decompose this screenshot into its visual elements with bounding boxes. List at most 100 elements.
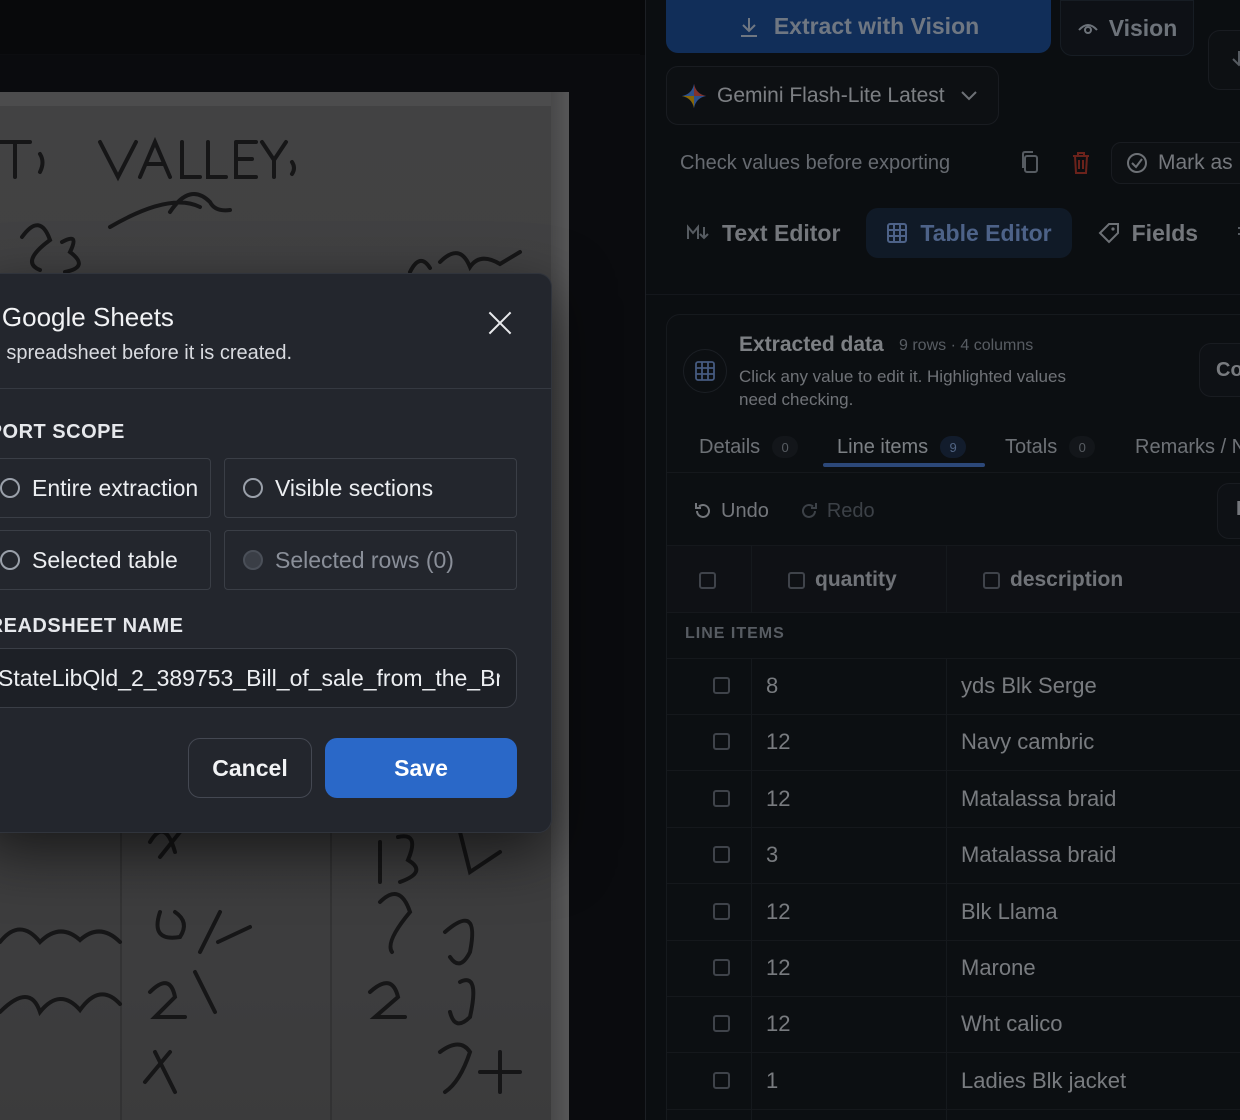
row-checkbox[interactable]: [713, 677, 730, 694]
history-actions: Undo Redo: [693, 491, 875, 531]
row-checkbox[interactable]: [713, 789, 730, 807]
scope-option-label: Selected rows (0): [275, 546, 454, 573]
cell-description[interactable]: Matalassa braid: [961, 842, 1116, 868]
redo-label: Redo: [826, 499, 875, 522]
cell-quantity[interactable]: 3: [766, 842, 778, 868]
chevron-down-icon: [960, 90, 977, 100]
subtab-label: Totals: [1005, 435, 1058, 458]
subtab-count: 0: [1069, 436, 1096, 458]
scope-label: EXPORT SCOPE: [0, 421, 125, 443]
tab-label: Text Editor: [722, 219, 841, 246]
row-checkbox[interactable]: [713, 846, 730, 864]
row-checkbox[interactable]: [713, 733, 730, 751]
scope-option-selected-table[interactable]: Selected table: [0, 530, 211, 590]
table-icon: [887, 223, 908, 243]
column-header-description[interactable]: description: [983, 546, 1123, 614]
table-row[interactable]: 12 Wht calico: [667, 997, 1240, 1054]
select-all-checkbox[interactable]: [699, 546, 716, 614]
scope-option-entire[interactable]: Entire extraction: [0, 458, 211, 518]
cell-quantity[interactable]: 12: [766, 1011, 790, 1037]
tab-fields[interactable]: Fields: [1078, 208, 1218, 258]
table-row[interactable]: 3 Matalassa braid: [667, 828, 1240, 885]
tab-more[interactable]: [1224, 208, 1240, 258]
table-row[interactable]: 12 Matalassa braid: [667, 772, 1240, 828]
cell-quantity[interactable]: 1: [766, 1068, 778, 1094]
download-icon: [740, 17, 757, 37]
subtab-label: Details: [699, 435, 761, 458]
dialog-subtitle: the spreadsheet before it is created.: [0, 342, 293, 364]
column-header-quantity[interactable]: quantity: [788, 546, 897, 614]
subtab-label: Line items: [837, 435, 929, 458]
gemini-sparkle-icon: [682, 83, 706, 108]
model-select[interactable]: Gemini Flash-Lite Latest: [666, 66, 999, 125]
subtab-totals[interactable]: Totals 0: [1005, 421, 1096, 473]
table-icon-badge: [683, 349, 727, 393]
tab-label: Fields: [1131, 219, 1199, 246]
cell-description[interactable]: Ladies Blk jacket: [961, 1068, 1126, 1094]
radio-icon: [0, 478, 20, 498]
editor-tabs: Text Editor Table Editor Fields: [666, 208, 1240, 258]
cell-description[interactable]: yds Blk Serge: [961, 673, 1097, 699]
scope-option-label: Visible sections: [275, 474, 434, 501]
cell-quantity[interactable]: 12: [766, 729, 790, 755]
copy-data-button[interactable]: Co: [1199, 343, 1240, 397]
group-label: LINE ITEMS: [685, 625, 785, 642]
table-icon: [695, 361, 715, 381]
row-checkbox[interactable]: [713, 959, 730, 976]
mark-as-label: Mark as: [1158, 151, 1233, 174]
cell-description[interactable]: Wht calico: [961, 1011, 1062, 1037]
cell-description[interactable]: Blk Llama: [961, 899, 1058, 925]
save-button[interactable]: Save: [325, 738, 517, 798]
row-checkbox[interactable]: [713, 902, 730, 920]
markdown-icon: [687, 224, 709, 240]
tab-text-editor[interactable]: Text Editor: [666, 208, 860, 258]
column-header-label: quantity: [815, 568, 897, 591]
tab-table-editor[interactable]: Table Editor: [866, 208, 1072, 258]
redo-icon: [801, 503, 817, 518]
row-checkbox[interactable]: [713, 1071, 730, 1089]
subtab-details[interactable]: Details 0: [699, 421, 799, 473]
undo-button[interactable]: Undo: [693, 500, 769, 523]
redo-button: Redo: [799, 500, 875, 523]
subtab-remarks[interactable]: Remarks / N: [1135, 421, 1240, 473]
checkbox-icon: [788, 571, 805, 589]
table-action-label: E: [1236, 498, 1240, 521]
cell-description[interactable]: Matalassa braid: [961, 786, 1116, 812]
spreadsheet-name-input[interactable]: [0, 648, 517, 708]
extract-with-vision-button[interactable]: Extract with Vision: [666, 0, 1051, 53]
scope-option-label: Entire extraction: [32, 474, 199, 501]
extracted-data-card: Extracted data 9 rows · 4 columns Click …: [666, 314, 1240, 1120]
check-values-hint: Check values before exporting: [680, 152, 951, 174]
row-checkbox[interactable]: [713, 1015, 730, 1033]
eye-icon: [1077, 24, 1098, 34]
table-row[interactable]: 12 Blk Llama: [667, 885, 1240, 941]
list-icon: [1238, 227, 1240, 235]
copy-button[interactable]: [1010, 143, 1050, 183]
cell-quantity[interactable]: 12: [766, 955, 790, 981]
scope-option-visible[interactable]: Visible sections: [224, 458, 517, 518]
cancel-button[interactable]: Cancel: [188, 738, 312, 798]
cell-description[interactable]: Navy cambric: [961, 729, 1094, 755]
table-action-button[interactable]: E: [1217, 483, 1240, 539]
export-dialog: to Google Sheets the spreadsheet before …: [0, 273, 552, 833]
trash-icon: [1073, 152, 1089, 174]
close-icon[interactable]: [487, 310, 513, 336]
table-row[interactable]: 12 Marone: [667, 941, 1240, 997]
table-row[interactable]: 12 Navy cambric: [667, 715, 1240, 772]
subtab-label: Remarks / N: [1135, 435, 1240, 458]
cell-description[interactable]: Marone: [961, 955, 1036, 981]
delete-button[interactable]: [1061, 143, 1101, 183]
cell-quantity[interactable]: 12: [766, 786, 790, 812]
table-header: quantity description: [667, 545, 1240, 613]
mark-as-button[interactable]: Mark as: [1111, 142, 1240, 184]
card-description: Click any value to edit it. Highlighted …: [739, 367, 1066, 409]
download-button[interactable]: [1208, 30, 1240, 90]
extraction-panel: Extract with Vision Vision Gemini Flash-…: [645, 0, 1240, 1120]
table-row[interactable]: 1 Ladies Blk jacket: [667, 1054, 1240, 1110]
radio-icon: [0, 550, 20, 570]
download-icon: [1232, 51, 1240, 67]
cell-quantity[interactable]: 12: [766, 899, 790, 925]
table-row[interactable]: 8 yds Blk Serge: [667, 659, 1240, 715]
vision-button[interactable]: Vision: [1060, 0, 1194, 56]
cell-quantity[interactable]: 8: [766, 673, 778, 699]
